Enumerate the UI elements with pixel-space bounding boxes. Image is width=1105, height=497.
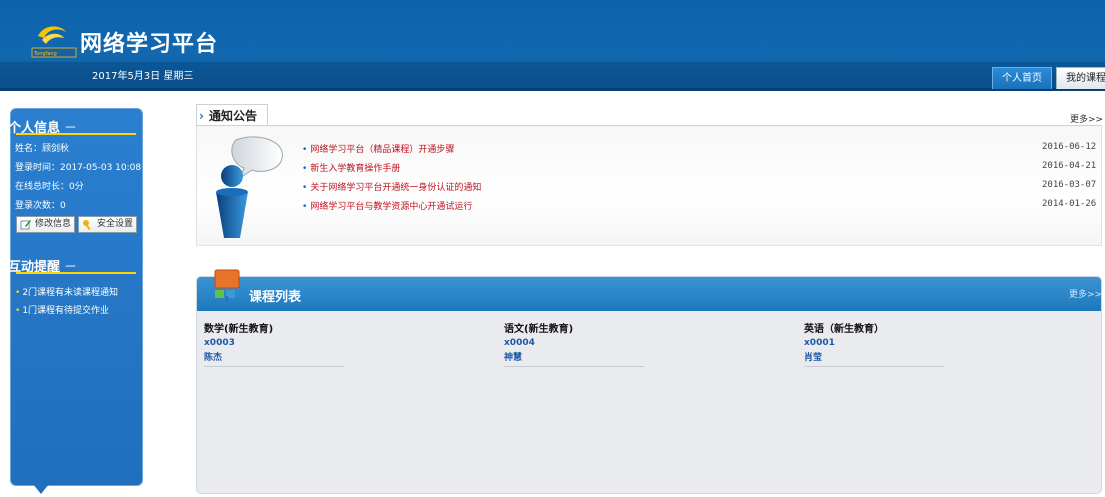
notice-date: 2016-04-21 <box>1042 161 1097 171</box>
reminder-pending-homework[interactable]: • 1门课程有待提交作业 <box>15 303 109 316</box>
user-name: 姓名：顾剑秋 <box>15 144 70 154</box>
online-duration: 在线总时长：0分 <box>15 182 84 192</box>
bullet-icon: • <box>302 202 308 212</box>
course-divider <box>504 366 644 367</box>
reminders-underline <box>16 272 136 274</box>
course-divider <box>204 366 344 367</box>
header-divider <box>0 88 1105 91</box>
sidebar-pointer <box>33 484 49 494</box>
notice-date: 2016-06-12 <box>1042 142 1097 152</box>
course-code-link[interactable]: x0004 <box>504 338 644 348</box>
edit-info-button[interactable]: 修改信息 <box>16 216 76 233</box>
notice-arrow-icon: › <box>199 109 204 123</box>
notice-tab: › 通知公告 <box>196 104 269 126</box>
login-count: 登录次数：0 <box>15 201 66 211</box>
reminder-unread-label: 2门课程有未读课程通知 <box>22 288 119 298</box>
course-list-header: 课程列表 更多>> <box>197 277 1101 311</box>
bullet-icon: • <box>15 306 21 316</box>
course-list-title: 课程列表 <box>249 290 302 305</box>
edit-info-label: 修改信息 <box>35 219 72 229</box>
key-icon <box>83 220 91 230</box>
course-list-panel: 课程列表 更多>> <box>196 276 1102 494</box>
course-card: 英语（新生教育） x0001 肖莹 <box>804 320 944 367</box>
notice-item-title: 关于网络学习平台开通统一身份认证的通知 <box>310 183 482 193</box>
notice-title: 通知公告 <box>209 109 258 123</box>
bullet-icon: • <box>302 164 308 174</box>
bullet-icon: • <box>302 183 308 193</box>
bullet-icon: • <box>302 145 308 155</box>
notice-item-title: 新生入学教育操作手册 <box>310 164 401 174</box>
notice-more-link[interactable]: 更多>> <box>1070 112 1103 125</box>
tab-my-courses[interactable]: 我的课程 <box>1056 67 1105 89</box>
notice-item[interactable]: • 网络学习平台（精品课程）开通步骤 <box>302 142 454 155</box>
security-settings-label: 安全设置 <box>97 219 134 229</box>
course-more-link[interactable]: 更多>> <box>1069 287 1101 300</box>
course-card: 数学(新生教育) x0003 陈杰 <box>204 320 344 367</box>
notice-date: 2016-03-07 <box>1042 180 1097 190</box>
edit-icon <box>20 220 31 230</box>
login-time: 登录时间：2017-05-03 10:08 <box>15 163 142 173</box>
tab-personal-home[interactable]: 个人首页 <box>992 67 1052 89</box>
notice-date: 2014-01-26 <box>1042 199 1097 209</box>
personal-info-underline <box>16 133 136 135</box>
course-name: 语文(新生教育) <box>504 324 574 335</box>
notice-item[interactable]: • 网络学习平台与教学资源中心开通试运行 <box>302 199 472 212</box>
reminder-homework-label: 1门课程有待提交作业 <box>22 306 110 316</box>
security-settings-button[interactable]: 安全设置 <box>78 216 138 233</box>
course-teacher: 肖莹 <box>804 353 823 363</box>
course-teacher: 陈杰 <box>204 353 223 363</box>
course-card: 语文(新生教育) x0004 神慧 <box>504 320 644 367</box>
current-date: 2017年5月3日 星期三 <box>92 71 194 82</box>
course-name: 英语（新生教育） <box>804 324 884 335</box>
course-code-link[interactable]: x0003 <box>204 338 344 348</box>
course-teacher: 神慧 <box>504 353 523 363</box>
site-title: 网络学习平台 <box>80 32 219 57</box>
notice-item[interactable]: • 新生入学教育操作手册 <box>302 161 400 174</box>
course-code-link[interactable]: x0001 <box>804 338 944 348</box>
course-list-icon <box>214 269 240 302</box>
notice-item[interactable]: • 关于网络学习平台开通统一身份认证的通知 <box>302 180 481 193</box>
speech-figure-illustration <box>216 136 283 238</box>
course-divider <box>804 366 944 367</box>
bullet-icon: • <box>15 288 21 298</box>
notice-item-title: 网络学习平台（精品课程）开通步骤 <box>310 145 455 155</box>
notice-item-title: 网络学习平台与教学资源中心开通试运行 <box>310 202 473 212</box>
site-logo[interactable]: Tongfang <box>30 22 78 60</box>
reminder-unread-notices[interactable]: • 2门课程有未读课程通知 <box>15 285 118 298</box>
logo-badge-text: Tongfang <box>33 51 57 57</box>
course-name: 数学(新生教育) <box>204 324 274 335</box>
